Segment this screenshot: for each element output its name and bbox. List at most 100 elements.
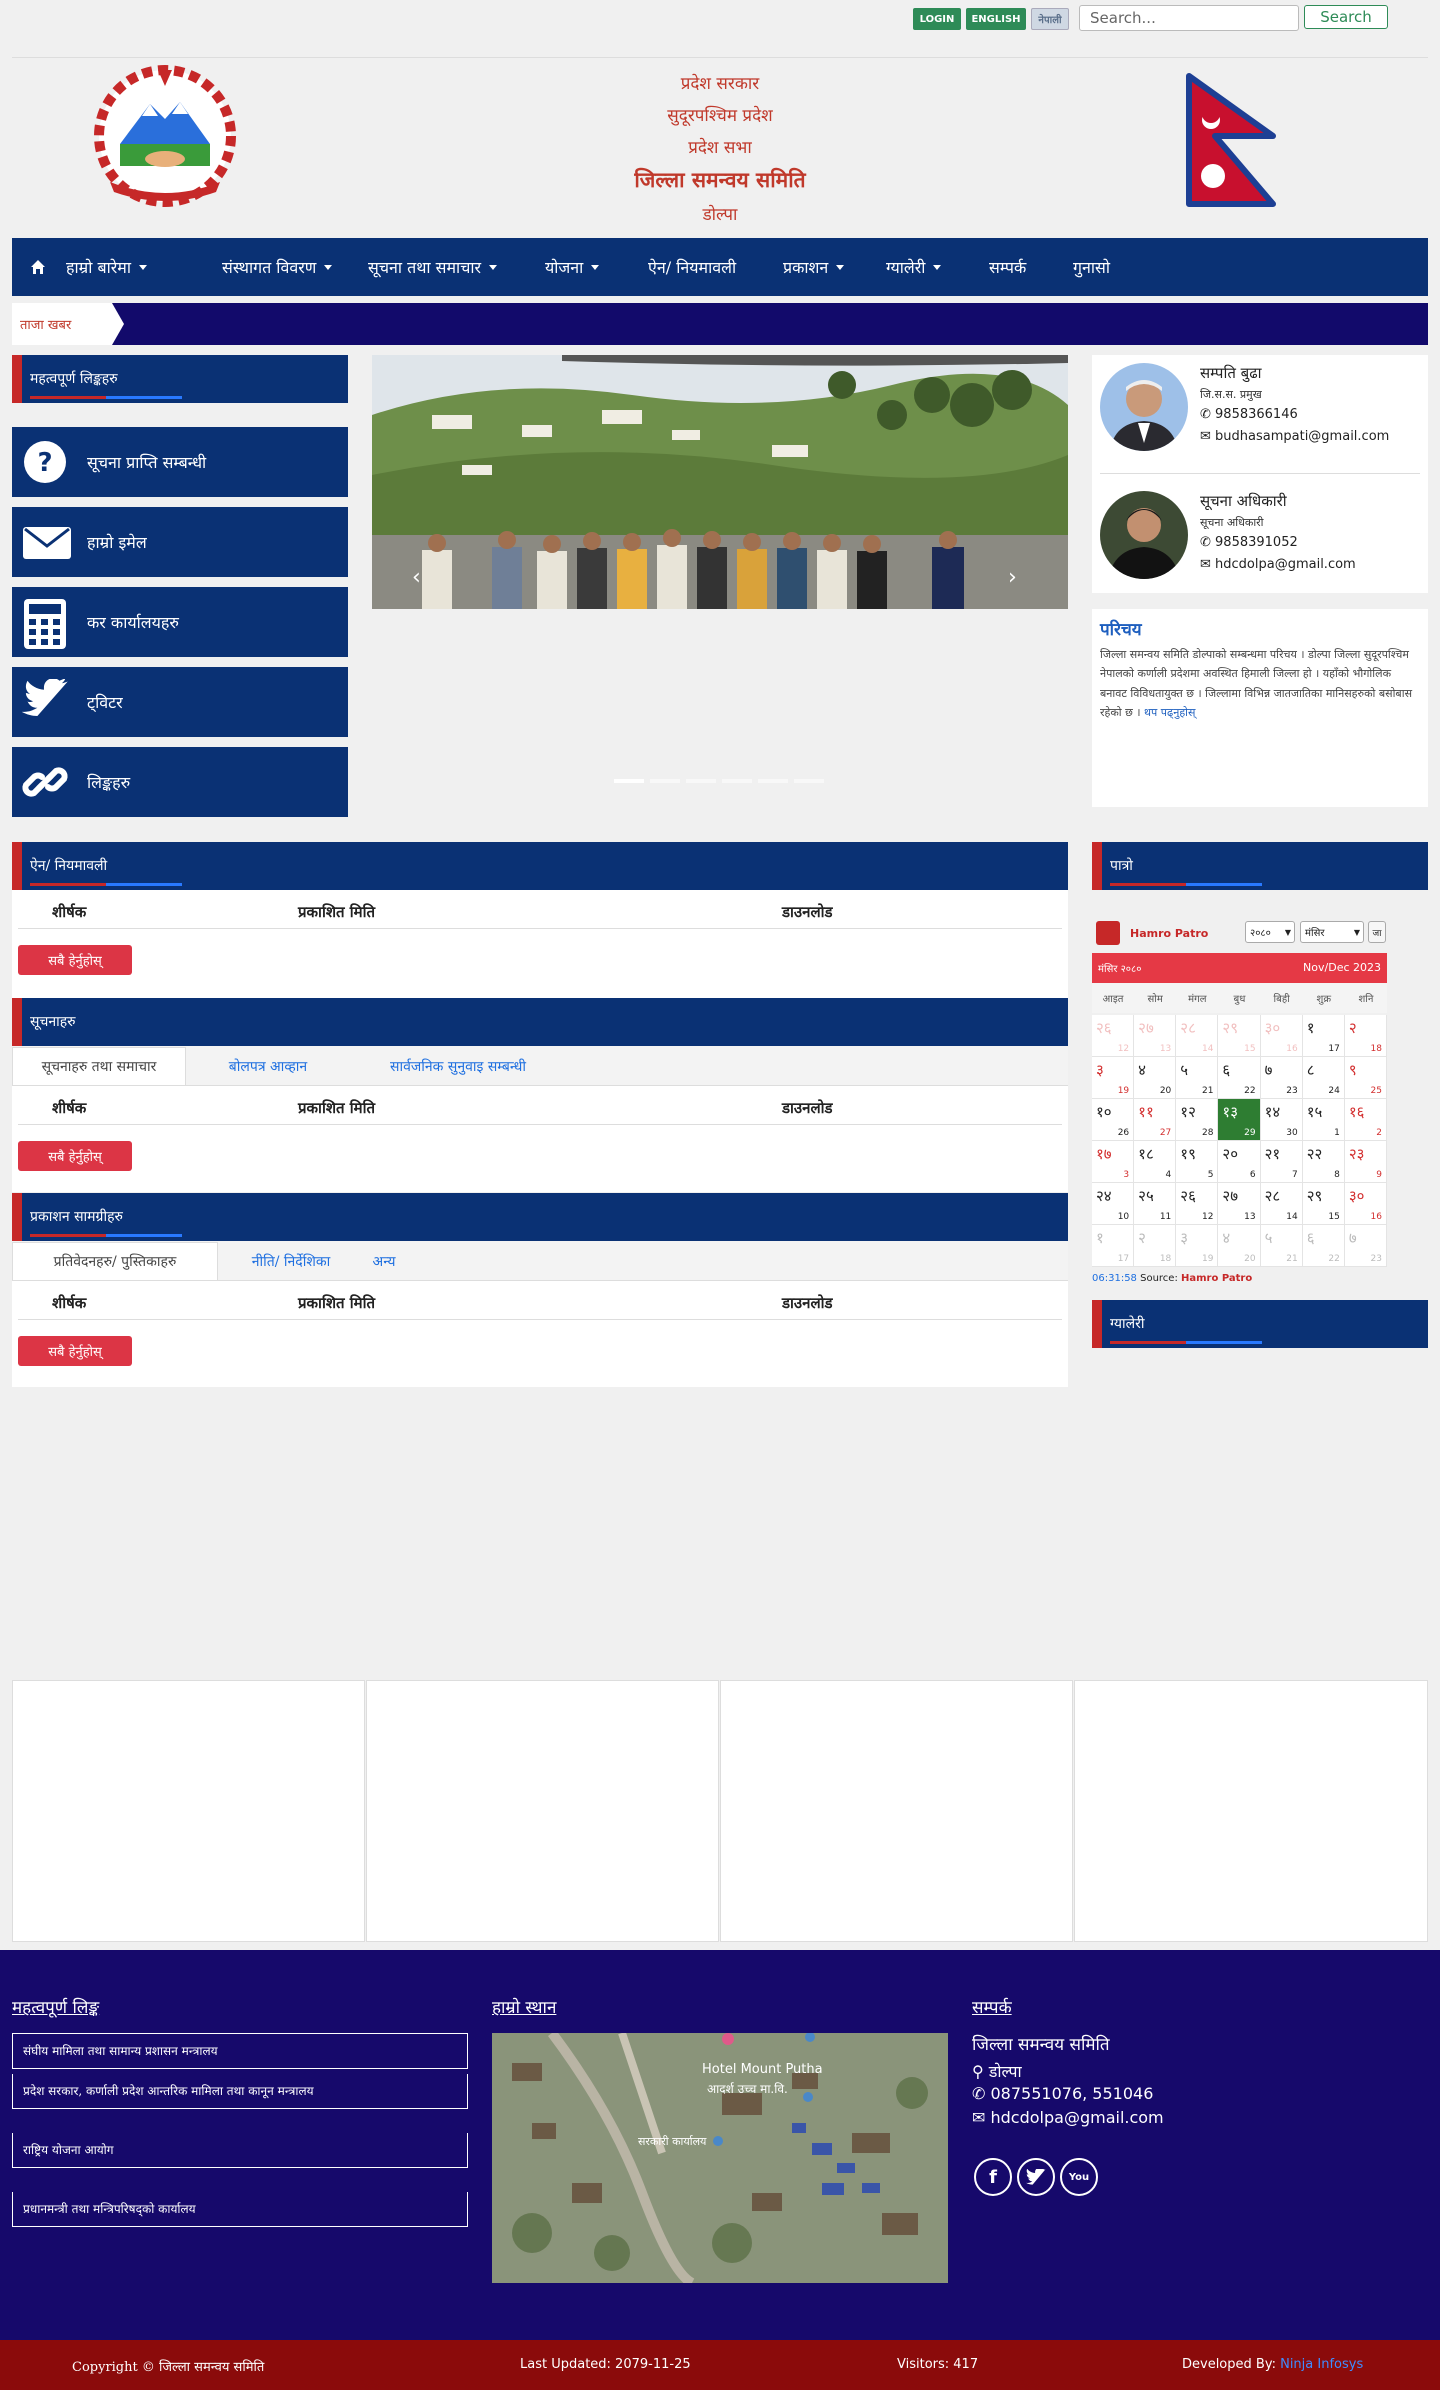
english-button[interactable]: ENGLISH [966,8,1026,30]
calendar-day[interactable]: ३० 16 [1260,1015,1303,1057]
calendar-day[interactable]: २४ 10 [1092,1183,1135,1225]
calendar-day[interactable]: २५ 11 [1134,1183,1177,1225]
calendar-day[interactable]: २९ 15 [1218,1015,1261,1057]
nav-institutional[interactable]: संस्थागत विवरण [222,238,333,296]
nepali-button[interactable]: नेपाली [1031,8,1069,30]
read-more-link[interactable]: थप पढ्नुहोस् [1144,706,1195,719]
email-text[interactable]: hdcdolpa@gmail.com [991,2108,1164,2127]
calendar-day[interactable]: ९ 25 [1344,1057,1387,1099]
calendar-day[interactable]: २२ 8 [1302,1141,1345,1183]
year-select[interactable]: २०८० ▼ [1245,921,1295,943]
email-text[interactable]: budhasampati@gmail.com [1215,429,1389,444]
calendar-day[interactable]: २६ 12 [1092,1015,1135,1057]
calendar-day[interactable]: २९ 15 [1302,1183,1345,1225]
footer-link[interactable]: राष्ट्रिय योजना आयोग [12,2133,468,2168]
calendar-day[interactable]: ८ 24 [1302,1057,1345,1099]
footer-link[interactable]: प्रधानमन्त्री तथा मन्त्रिपरिषद्को कार्या… [12,2192,468,2227]
location-map[interactable]: Hotel Mount Putha आदर्श उच्च मा.वि. सरका… [492,2030,948,2288]
quick-link-twitter[interactable]: ट्विटर [12,667,348,737]
calendar-day[interactable]: २७ 13 [1134,1015,1177,1057]
calendar-day[interactable]: १४ 30 [1260,1099,1303,1141]
calendar-day[interactable]: ११ 27 [1134,1099,1177,1141]
quick-link-links[interactable]: लिङ्कहरु [12,747,348,817]
chevron-down-icon [324,264,333,270]
calendar-day[interactable]: २८ 14 [1176,1015,1219,1057]
twitter-icon[interactable] [1017,2158,1055,2196]
carousel-indicator[interactable] [614,779,644,783]
calendar-day[interactable]: १ 17 [1302,1015,1345,1057]
calendar-day[interactable]: ७ 23 [1344,1225,1387,1267]
calendar-day[interactable]: १५ 1 [1302,1099,1345,1141]
view-all-button[interactable]: सबै हेर्नुहोस् [18,1141,132,1171]
tab-reports[interactable]: प्रतिवेदनहरु/ पुस्तिकाहरु [12,1242,218,1280]
calendar-day[interactable]: २३ 9 [1344,1141,1387,1183]
carousel-prev-icon[interactable]: ‹ [412,565,421,590]
calendar-day[interactable]: ३ 19 [1092,1057,1135,1099]
view-all-button[interactable]: सबै हेर्नुहोस् [18,1336,132,1366]
month-select[interactable]: मंसिर ▼ [1300,921,1364,943]
quick-link-email[interactable]: हाम्रो इमेल [12,507,348,577]
youtube-icon[interactable]: You [1060,2158,1098,2196]
tab-policies[interactable]: नीति/ निर्देशिका [226,1242,356,1280]
nav-label: गुनासो [1073,258,1110,277]
footer-link[interactable]: प्रदेश सरकार, कर्णाली प्रदेश आन्तरिक माम… [12,2074,468,2109]
calendar-day[interactable]: १७ 3 [1092,1141,1135,1183]
nav-gallery[interactable]: ग्यालेरी [886,238,942,296]
nav-acts[interactable]: ऐन/ नियमावली [648,238,736,296]
calendar-day[interactable]: ५ 21 [1260,1225,1303,1267]
facebook-icon[interactable]: f [974,2158,1012,2196]
carousel-indicator[interactable] [686,779,716,783]
calendar-brand[interactable]: Hamro Patro [1130,927,1208,940]
tab-others[interactable]: अन्य [364,1242,404,1280]
developer-link[interactable]: Ninja Infosys [1280,2357,1363,2372]
email-text[interactable]: hdcdolpa@gmail.com [1215,557,1356,572]
calendar-day[interactable]: ३ 19 [1176,1225,1219,1267]
calendar-day[interactable]: ६ 22 [1302,1225,1345,1267]
nav-projects[interactable]: योजना [545,238,600,296]
search-input[interactable]: Search... [1079,5,1299,31]
calendar-day[interactable]: ४ 20 [1218,1225,1261,1267]
carousel-indicator[interactable] [758,779,788,783]
carousel-indicator[interactable] [794,779,824,783]
calendar-day[interactable]: २ 18 [1344,1015,1387,1057]
calendar-day[interactable]: ६ 22 [1218,1057,1261,1099]
nav-about[interactable]: हाम्रो बारेमा [66,238,147,296]
quick-link-info[interactable]: ? सूचना प्राप्ति सम्बन्धी [12,427,348,497]
calendar-day[interactable]: १९ 5 [1176,1141,1219,1183]
footer-link[interactable]: संघीय मामिला तथा सामान्य प्रशासन मन्त्रा… [12,2033,468,2069]
nav-grievance[interactable]: गुनासो [1073,238,1110,296]
search-button[interactable]: Search [1304,5,1388,29]
calendar-day[interactable]: २८ 14 [1260,1183,1303,1225]
calendar-day[interactable]: ४ 20 [1134,1057,1177,1099]
carousel-next-icon[interactable]: › [1008,565,1017,590]
calendar-day[interactable]: १ 17 [1092,1225,1135,1267]
tab-tenders[interactable]: बोलपत्र आव्हान [198,1047,338,1085]
source-link[interactable]: Hamro Patro [1181,1273,1252,1284]
calendar-day[interactable]: १२ 28 [1176,1099,1219,1141]
calendar-day[interactable]: २ 18 [1134,1225,1177,1267]
calendar-day[interactable]: २० 6 [1218,1141,1261,1183]
nav-publications[interactable]: प्रकाशन [783,238,845,296]
tab-notices[interactable]: सूचनाहरु तथा समाचार [12,1047,186,1085]
tab-public-hearing[interactable]: सार्वजनिक सुनुवाइ सम्बन्धी [346,1047,570,1085]
quick-link-tax[interactable]: कर कार्यालयहरु [12,587,348,657]
calendar-day[interactable]: ७ 23 [1260,1057,1303,1099]
calendar-day[interactable]: १६ 2 [1344,1099,1387,1141]
calendar-day[interactable]: २६ 12 [1176,1183,1219,1225]
calendar-day[interactable]: १० 26 [1092,1099,1135,1141]
carousel-indicator[interactable] [650,779,680,783]
hero-carousel[interactable]: ‹ › [372,355,1068,795]
calendar-day[interactable]: १३ 29 [1218,1099,1261,1141]
nav-news[interactable]: सूचना तथा समाचार [368,238,498,296]
calendar-day[interactable]: ३० 16 [1344,1183,1387,1225]
home-icon[interactable] [30,238,46,296]
calendar-day[interactable]: ५ 21 [1176,1057,1219,1099]
calendar-day[interactable]: १८ 4 [1134,1141,1177,1183]
nav-contact[interactable]: सम्पर्क [989,238,1026,296]
calendar-day[interactable]: २७ 13 [1218,1183,1261,1225]
carousel-indicator[interactable] [722,779,752,783]
go-button[interactable]: जा [1368,921,1386,943]
login-button[interactable]: LOGIN [913,8,961,30]
calendar-day[interactable]: २१ 7 [1260,1141,1303,1183]
view-all-button[interactable]: सबै हेर्नुहोस् [18,945,132,975]
